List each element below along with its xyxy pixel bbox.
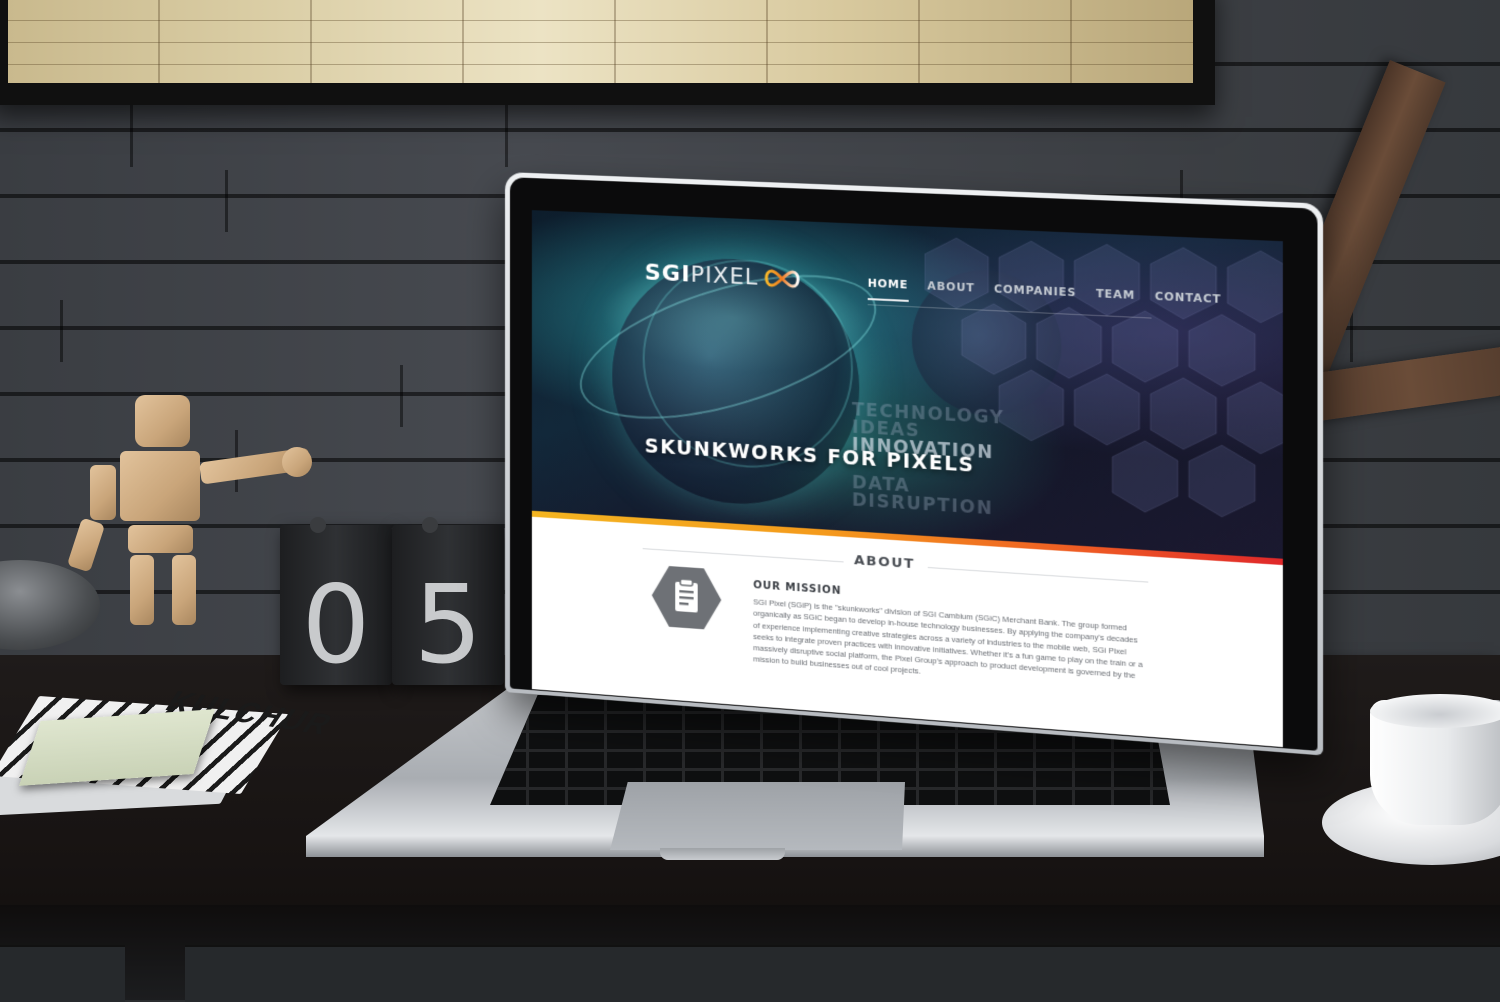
mission-title: OUR MISSION: [753, 580, 841, 597]
lid-notch: [660, 848, 785, 860]
nav-about[interactable]: ABOUT: [927, 280, 975, 305]
framed-map: [0, 0, 1215, 105]
notebook: [19, 709, 215, 786]
desk-drawer: [0, 945, 125, 1002]
about-title: ABOUT: [854, 553, 915, 572]
calendar-digit: 5: [392, 563, 504, 688]
hero-banner: SGI PIXEL HOME ABOUT COMPANIES TEAM CONT…: [532, 210, 1283, 564]
infinity-icon: [761, 266, 805, 290]
trackpad[interactable]: [610, 782, 905, 850]
desk-drawer: [185, 945, 1500, 1002]
logo-pixel: PIXEL: [691, 262, 759, 291]
nav-team[interactable]: TEAM: [1096, 288, 1135, 313]
clipboard-icon: [651, 564, 723, 632]
calendar-block: 5: [392, 525, 504, 685]
screen-bezel: SGI PIXEL HOME ABOUT COMPANIES TEAM CONT…: [510, 177, 1318, 751]
nav-companies[interactable]: COMPANIES: [994, 283, 1076, 310]
nav-contact[interactable]: CONTACT: [1155, 290, 1221, 316]
calendar-digit: 0: [280, 563, 392, 688]
cup-rim: [1370, 694, 1500, 728]
calendar-block: 0: [280, 525, 392, 685]
nav-home[interactable]: HOME: [868, 277, 909, 302]
laptop-lid: SGI PIXEL HOME ABOUT COMPANIES TEAM CONT…: [505, 172, 1323, 756]
website-screen: SGI PIXEL HOME ABOUT COMPANIES TEAM CONT…: [532, 210, 1283, 747]
map-paper: [8, 0, 1193, 83]
logo-sgi: SGI: [645, 260, 691, 287]
mission-body: SGI Pixel (SGiP) is the "skunkworks" div…: [753, 596, 1144, 694]
